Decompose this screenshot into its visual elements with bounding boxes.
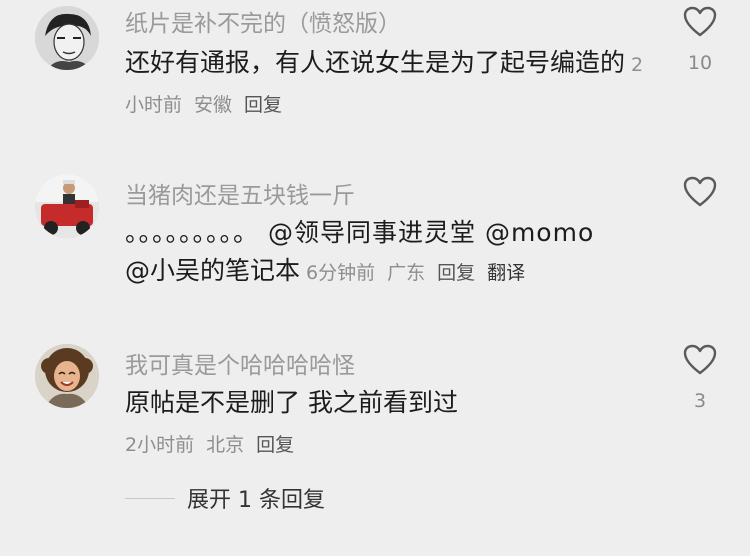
comment-text: 原帖是不是删了 我之前看到过 2小时前 北京 回复 xyxy=(125,384,645,464)
reply-button[interactable]: 回复 xyxy=(256,434,294,456)
mention-link[interactable]: @领导同事进灵堂 xyxy=(268,218,476,247)
divider-line xyxy=(125,497,175,499)
heart-icon xyxy=(683,344,717,375)
expand-replies-button[interactable]: 展开 1 条回复 xyxy=(187,482,325,514)
heart-icon xyxy=(683,6,717,37)
comment-text: 。。。。。。。。。 @领导同事进灵堂 @momo @小吴的笔记本 6分钟前 广东 回复… xyxy=(125,214,645,292)
like-button[interactable]: 3 xyxy=(683,344,717,412)
person-with-motorbike-icon xyxy=(35,174,99,238)
avatar[interactable] xyxy=(35,344,99,408)
avatar[interactable] xyxy=(35,6,99,70)
mention-link[interactable]: @小吴的笔记本 xyxy=(125,256,300,285)
like-button[interactable]: 10 xyxy=(683,6,717,74)
comment-meta: 6分钟前 广东 回复 翻译 xyxy=(306,262,537,284)
like-count: 10 xyxy=(687,52,713,74)
username[interactable]: 当猪肉还是五块钱一斤 xyxy=(125,176,355,210)
comment-meta: 2小时前 北京 回复 xyxy=(125,426,645,464)
mention-link[interactable]: @momo xyxy=(485,218,594,247)
heart-icon xyxy=(683,176,717,207)
username[interactable]: 我可真是个哈哈哈哈怪 xyxy=(125,346,355,380)
comment-body: 。。。。。。。。。 xyxy=(125,218,260,247)
like-button[interactable] xyxy=(683,176,717,222)
timestamp: 6分钟前 xyxy=(306,262,376,284)
translate-button[interactable]: 翻译 xyxy=(487,262,525,284)
reply-button[interactable]: 回复 xyxy=(437,262,475,284)
comment-body: 原帖是不是删了 我之前看到过 xyxy=(125,388,458,417)
reply-button[interactable]: 回复 xyxy=(244,94,282,116)
comment-text: 还好有通报，有人还说女生是为了起号编造的 2小时前 安徽 回复 xyxy=(125,44,645,124)
location: 北京 xyxy=(206,434,245,456)
curly-hair-woman-icon xyxy=(35,344,99,408)
expand-replies-row[interactable]: 展开 1 条回复 xyxy=(125,482,325,514)
timestamp: 2小时前 xyxy=(125,434,195,456)
avatar[interactable] xyxy=(35,174,99,238)
location: 安徽 xyxy=(194,94,233,116)
location: 广东 xyxy=(387,262,426,284)
comment-body: 还好有通报，有人还说女生是为了起号编造的 xyxy=(125,48,626,77)
like-count: 3 xyxy=(693,390,707,412)
sketch-portrait-icon xyxy=(35,6,99,70)
username[interactable]: 纸片是补不完的（愤怒版） xyxy=(125,4,401,38)
